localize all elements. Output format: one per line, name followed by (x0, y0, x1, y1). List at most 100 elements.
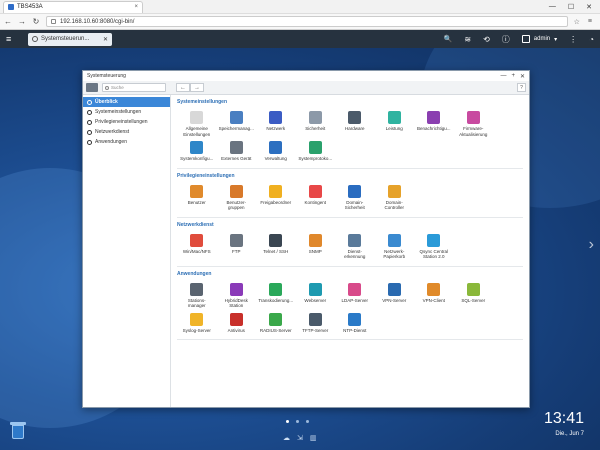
browser-titlebar: TBS453A × — ☐ ✕ (0, 0, 600, 14)
sidebar-item[interactable]: Netzwerkdienst (83, 127, 170, 137)
antivirus-icon (229, 312, 243, 326)
page-info-icon (51, 19, 56, 24)
control-panel-item[interactable]: Benutzer-gruppen (216, 184, 257, 211)
control-panel-item[interactable]: NTP-Dienst (335, 312, 375, 334)
bookmark-star-icon[interactable]: ☆ (574, 18, 580, 26)
window-titlebar[interactable]: Systemsteuerung — + ✕ (83, 71, 529, 81)
item-label-line: Netzwerk (266, 126, 286, 131)
window-maximize-icon[interactable]: ☐ (568, 3, 574, 11)
control-panel-item[interactable]: Verwaltung (256, 141, 296, 162)
control-panel-item[interactable]: Transkodierung... (256, 282, 296, 309)
control-panel-item[interactable]: Netzwerk (256, 111, 296, 137)
control-panel-item[interactable]: Benachrichtigu... (414, 111, 454, 137)
domain-controller-icon (387, 184, 401, 198)
section-title: Privilegieneinstellungen (177, 172, 235, 179)
user-menu[interactable]: admin ▾ (521, 35, 557, 43)
forward-arrow-icon[interactable]: → (18, 17, 26, 26)
browser-tab[interactable]: TBS453A × (3, 0, 143, 13)
desktop-page-dots (286, 420, 309, 423)
hardware-icon (348, 111, 362, 124)
show-desktop-icon[interactable]: ⇲ (297, 434, 303, 442)
item-label: SNMP (295, 249, 335, 255)
close-tab-icon[interactable]: × (134, 4, 138, 10)
item-label: Win/Mac/NFS (177, 249, 217, 255)
control-panel-item[interactable]: RADIUS-Server (256, 312, 296, 334)
control-panel-item[interactable]: LDAP-Server (335, 282, 375, 309)
more-options-icon[interactable]: ⋮ (569, 35, 577, 44)
open-app-tab[interactable]: Systemsteuerun... ✕ (28, 32, 112, 46)
back-button[interactable]: ← (176, 83, 190, 92)
control-panel-item[interactable]: Firmware- Aktualisierung (454, 111, 494, 137)
desktop-page-dot[interactable] (296, 420, 299, 423)
minimize-window-icon[interactable]: — (500, 73, 506, 80)
control-panel-item[interactable]: Systemkonfigu... (177, 141, 217, 162)
control-panel-item[interactable]: TFTP-Server (296, 312, 336, 334)
event-notifications-icon[interactable]: ⓘ (502, 34, 510, 45)
desktop-page-dot[interactable] (286, 420, 289, 423)
home-icon[interactable] (86, 83, 98, 92)
help-button[interactable]: ? (517, 83, 526, 92)
control-panel-item[interactable]: Telnet / SSH (256, 233, 296, 260)
control-panel-item[interactable]: Domain- Sicherheit (335, 184, 375, 211)
item-label-line: Station 2.0 (422, 254, 445, 259)
search-input[interactable]: Suche (102, 83, 166, 92)
browser-menu-icon[interactable]: ≡ (588, 18, 592, 26)
security-lock-icon (308, 111, 322, 124)
section-grid: Allgemeine Einstellungen Speichermanag... N… (177, 111, 523, 162)
maximize-window-icon[interactable]: + (511, 73, 515, 80)
control-panel-item[interactable]: HybridDesk Station (217, 282, 257, 309)
background-tasks-icon[interactable]: ≋ (464, 35, 471, 44)
window-close-icon[interactable]: ✕ (586, 3, 592, 11)
quota-pie-icon (308, 184, 322, 198)
dashboard-icon[interactable]: ◔ (589, 35, 594, 44)
control-panel-item[interactable]: Netzwerk- Papierkorb (375, 233, 415, 260)
url-input[interactable]: 192.168.10.60:8080/cgi-bin/ (46, 16, 568, 27)
control-panel-item[interactable]: Domain- Controller (375, 184, 415, 211)
control-panel-item[interactable]: Antivirus (217, 312, 257, 334)
control-panel-item[interactable]: Speichermanag... (217, 111, 257, 137)
close-app-tab-icon[interactable]: ✕ (103, 36, 108, 43)
control-panel-item[interactable]: FTP (217, 233, 257, 260)
desktop-page-dot[interactable] (306, 420, 309, 423)
control-panel-item[interactable]: VPN-Server (375, 282, 415, 309)
next-desktop-arrow-icon[interactable]: › (589, 236, 594, 254)
back-arrow-icon[interactable]: ← (4, 17, 12, 26)
control-panel-item[interactable]: SNMP (295, 233, 336, 260)
control-panel-item[interactable]: Externes Gerät (217, 141, 257, 162)
external-devices-icon[interactable]: ⟲ (483, 35, 490, 44)
control-panel-item[interactable]: VPN-Client (414, 282, 454, 309)
close-window-icon[interactable]: ✕ (520, 73, 525, 80)
sidebar-item[interactable]: Privilegieneinstellungen (83, 117, 170, 127)
control-panel-item[interactable]: Syslog-Server (177, 312, 217, 334)
cloud-icon[interactable]: ☁ (283, 434, 290, 442)
control-panel-item[interactable]: Benutzer (177, 184, 217, 211)
control-panel-item[interactable]: Kontingent (296, 184, 336, 211)
recycle-bin-icon[interactable] (10, 420, 26, 440)
item-label: Benutzer-gruppen (216, 200, 256, 211)
forward-button[interactable]: → (190, 83, 204, 92)
control-panel-item[interactable]: Allgemeine Einstellungen (177, 111, 217, 137)
book-icon[interactable]: ▥ (310, 434, 317, 442)
control-panel-item[interactable]: Freigabeordner (256, 184, 296, 211)
control-panel-item[interactable]: Leistung (375, 111, 415, 137)
section-grid: Win/Mac/NFS FTP Telnet / SSH SNMP Dienst-erk… (177, 233, 523, 260)
control-panel-item[interactable]: Hardware (335, 111, 375, 137)
window-toolbar: Suche ← → ? (83, 81, 529, 95)
control-panel-item[interactable]: Win/Mac/NFS (177, 233, 217, 260)
search-icon[interactable]: 🔍 (444, 35, 453, 43)
reload-icon[interactable]: ↻ (32, 17, 40, 26)
window-minimize-icon[interactable]: — (549, 3, 556, 11)
control-panel-item[interactable]: SQL-Server (454, 282, 494, 309)
main-menu-icon[interactable]: ≡ (6, 34, 20, 44)
sidebar-item[interactable]: Überblick (83, 97, 170, 107)
control-panel-item[interactable]: Sicherheit (296, 111, 336, 137)
vpn-server-icon (387, 282, 401, 296)
sidebar-item[interactable]: Anwendungen (83, 137, 170, 147)
sidebar-item[interactable]: Systemeinstellungen (83, 107, 170, 117)
control-panel-item[interactable]: Stations-manager (177, 282, 217, 309)
control-panel-item[interactable]: Systemprotoko... (296, 141, 336, 162)
control-panel-item[interactable]: Dienst-erkennung (335, 233, 375, 260)
domain-security-icon (348, 184, 362, 198)
control-panel-item[interactable]: Webserver (296, 282, 336, 309)
control-panel-item[interactable]: Qsync Central Station 2.0 (414, 233, 454, 260)
